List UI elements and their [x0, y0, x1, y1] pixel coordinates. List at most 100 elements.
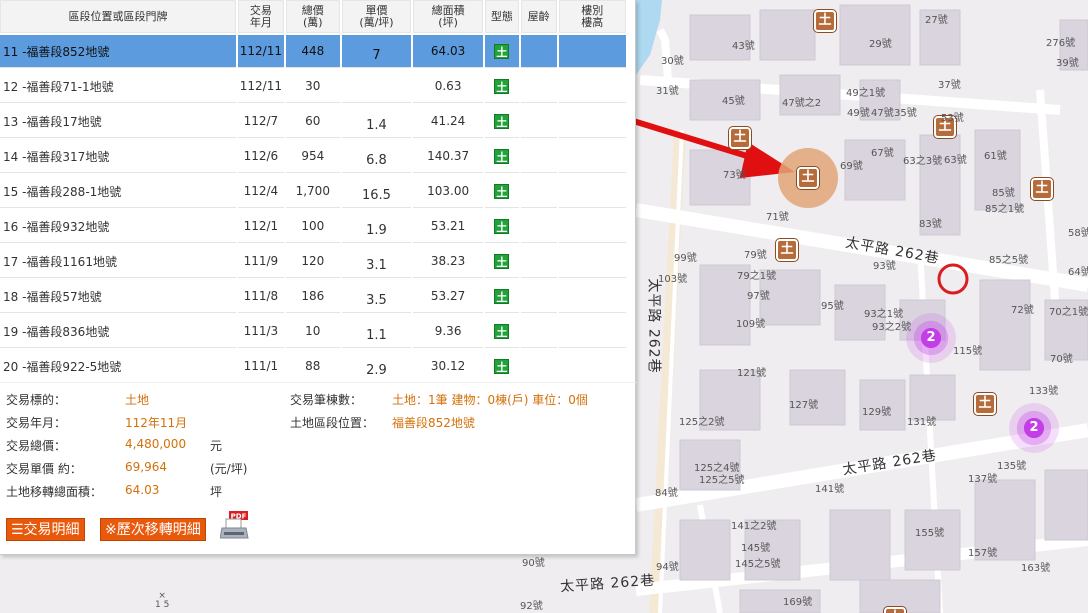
house-number: 121號	[737, 368, 767, 379]
detail-total-label: 交易總價：	[6, 439, 67, 453]
cell-unit-price: 1.1	[341, 315, 412, 348]
table-row[interactable]: 15 -福善段288-1地號 112/4 1,700 16.5 103.00 土	[0, 175, 626, 208]
land-marker-selected[interactable]: 土	[797, 167, 819, 189]
cell-location: 13 -福善段17地號	[0, 105, 236, 138]
cell-floor	[558, 105, 626, 138]
transaction-detail-button[interactable]: ☰交易明細	[6, 518, 85, 541]
cluster-marker[interactable]: 2	[906, 313, 956, 363]
cell-type: 土	[484, 245, 519, 278]
cell-date: 112/11	[237, 35, 284, 68]
cell-unit-price: 3.1	[341, 245, 412, 278]
cell-type: 土	[484, 105, 519, 138]
corner-number: 1 5	[155, 600, 170, 610]
cell-area: 0.63	[413, 70, 483, 103]
house-number: 169號	[783, 597, 813, 608]
cell-type: 土	[484, 70, 519, 103]
cell-type: 土	[484, 315, 519, 348]
house-number: 27號	[925, 15, 948, 26]
land-marker[interactable]: 土	[729, 127, 751, 149]
table-row[interactable]: 20 -福善段922-5地號 111/1 88 2.9 30.12 土	[0, 350, 626, 383]
col-header-area: 總面積 (坪)	[413, 0, 483, 33]
cell-location: 18 -福善段57地號	[0, 280, 236, 313]
land-marker[interactable]: 土	[814, 10, 836, 32]
house-number: 83號	[919, 219, 942, 230]
house-number: 141號	[815, 484, 845, 495]
detail-unit-value: 69,964	[125, 460, 167, 474]
cell-type: 土	[484, 350, 519, 383]
house-number: 71號	[766, 212, 789, 223]
land-marker[interactable]: 土	[776, 239, 798, 261]
cell-type: 土	[484, 210, 519, 243]
transaction-table: 區段位置或區段門牌 交易 年月 總價 (萬) 單價 (萬/坪) 總面積 (坪) 型態 屋…	[0, 0, 628, 385]
house-number: 85號	[992, 188, 1015, 199]
house-number: 163號	[1021, 563, 1051, 574]
house-number: 58號	[1068, 228, 1088, 239]
house-number: 135號	[997, 461, 1027, 472]
table-row[interactable]: 12 -福善段71-1地號 112/11 30 0.63 土	[0, 70, 626, 103]
cell-floor	[558, 70, 626, 103]
cell-floor	[558, 280, 626, 313]
cluster-marker[interactable]: 2	[1009, 403, 1059, 453]
house-number: 84號	[655, 488, 678, 499]
cell-total-price: 1,700	[285, 175, 340, 208]
cell-date: 112/4	[237, 175, 284, 208]
cell-unit-price: 6.8	[341, 140, 412, 173]
house-number: 145號	[741, 543, 771, 554]
detail-target-label: 交易標的：	[6, 393, 67, 407]
cell-age	[520, 175, 557, 208]
land-marker[interactable]: 土	[884, 607, 906, 613]
land-type-icon: 土	[494, 78, 510, 94]
cell-type: 土	[484, 280, 519, 313]
cell-location: 12 -福善段71-1地號	[0, 70, 236, 103]
table-row[interactable]: 16 -福善段932地號 112/1 100 1.9 53.21 土	[0, 210, 626, 243]
land-marker[interactable]: 土	[1031, 178, 1053, 200]
cell-total-price: 100	[285, 210, 340, 243]
cell-age	[520, 280, 557, 313]
house-number: 155號	[915, 528, 945, 539]
house-number: 85之1號	[985, 204, 1025, 215]
transaction-panel: 區段位置或區段門牌 交易 年月 總價 (萬) 單價 (萬/坪) 總面積 (坪) 型態 屋…	[0, 0, 636, 555]
cell-type: 土	[484, 140, 519, 173]
house-number: 93之2號	[872, 322, 912, 333]
house-number: 45號	[722, 96, 745, 107]
land-marker[interactable]: 土	[974, 393, 996, 415]
cell-location: 20 -福善段922-5地號	[0, 350, 236, 383]
cell-age	[520, 105, 557, 138]
cell-total-price: 186	[285, 280, 340, 313]
table-row[interactable]: 14 -福善段317地號 112/6 954 6.8 140.37 土	[0, 140, 626, 173]
cell-date: 111/3	[237, 315, 284, 348]
house-number: 63之3號	[903, 156, 943, 167]
col-header-location: 區段位置或區段門牌	[0, 0, 236, 33]
house-number: 31號	[656, 86, 679, 97]
table-row[interactable]: 13 -福善段17地號 112/7 60 1.4 41.24 土	[0, 105, 626, 138]
house-number: 47號之2	[782, 98, 822, 109]
cluster-count: 2	[926, 330, 936, 345]
cell-total-price: 120	[285, 245, 340, 278]
col-header-age: 屋齡	[520, 0, 557, 33]
col-header-type: 型態	[484, 0, 519, 33]
road-label: 太平路 262巷	[645, 278, 662, 374]
house-number: 145之5號	[735, 559, 781, 570]
table-row[interactable]: 11 -福善段852地號 112/11 448 7 64.03 土	[0, 35, 626, 68]
detail-count-label: 交易筆棟數：	[290, 393, 363, 407]
cell-date: 112/11	[237, 70, 284, 103]
detail-section-value: 福善段852地號	[392, 416, 475, 430]
house-number: 61號	[984, 151, 1007, 162]
cell-age	[520, 140, 557, 173]
cell-area: 64.03	[413, 35, 483, 68]
house-number: 103號	[658, 274, 688, 285]
cell-location: 19 -福善段836地號	[0, 315, 236, 348]
cell-date: 111/1	[237, 350, 284, 383]
transfer-history-button[interactable]: ※歷次移轉明細	[100, 518, 206, 541]
table-row[interactable]: 18 -福善段57地號 111/8 186 3.5 53.27 土	[0, 280, 626, 313]
cell-unit-price: 1.4	[341, 105, 412, 138]
house-number: 97號	[747, 291, 770, 302]
pdf-print-icon[interactable]: PDF	[220, 510, 250, 542]
table-row[interactable]: 19 -福善段836地號 111/3 10 1.1 9.36 土	[0, 315, 626, 348]
house-number: 70號	[1050, 354, 1073, 365]
table-row[interactable]: 17 -福善段1161地號 111/9 120 3.1 38.23 土	[0, 245, 626, 278]
land-type-icon: 土	[494, 183, 510, 199]
detail-total-value: 4,480,000	[125, 437, 187, 451]
cell-unit-price: 1.9	[341, 210, 412, 243]
house-number: 72號	[1011, 305, 1034, 316]
